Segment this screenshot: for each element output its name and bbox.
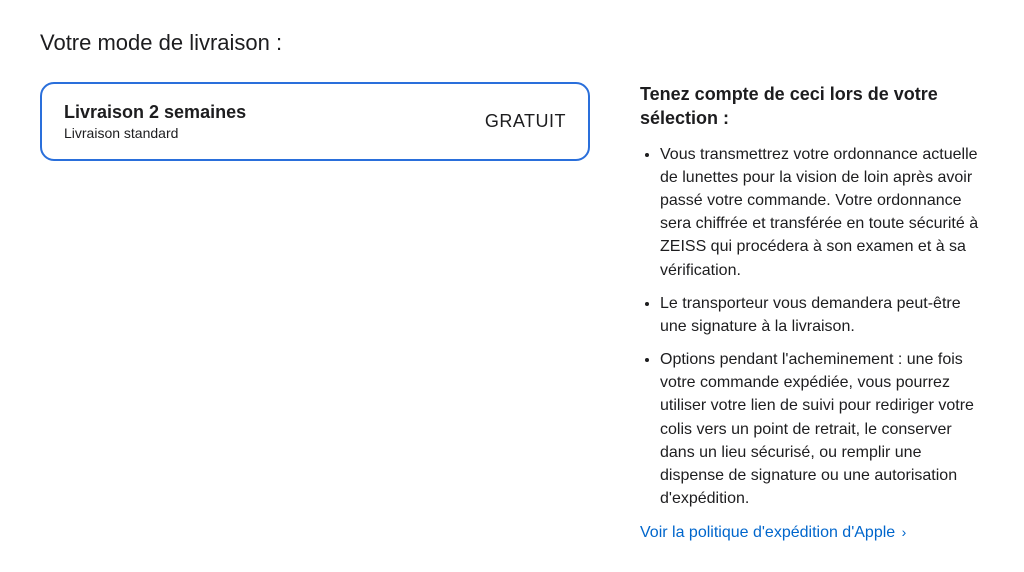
delivery-content-row: Livraison 2 semaines Livraison standard …	[40, 82, 984, 542]
list-item: Vous transmettrez votre ordonnance actue…	[660, 143, 984, 282]
shipping-option-info: Livraison 2 semaines Livraison standard	[64, 102, 246, 141]
list-item: Options pendant l'acheminement : une foi…	[660, 348, 984, 510]
list-item: Le transporteur vous demandera peut-être…	[660, 292, 984, 338]
shipping-option-subtitle: Livraison standard	[64, 125, 246, 141]
delivery-info-heading: Tenez compte de ceci lors de votre sélec…	[640, 82, 984, 131]
shipping-option-card[interactable]: Livraison 2 semaines Livraison standard …	[40, 82, 590, 161]
delivery-info-column: Tenez compte de ceci lors de votre sélec…	[640, 82, 984, 542]
delivery-mode-heading: Votre mode de livraison :	[40, 30, 984, 56]
shipping-policy-link-text: Voir la politique d'expédition d'Apple	[640, 524, 895, 541]
delivery-info-list: Vous transmettrez votre ordonnance actue…	[640, 143, 984, 511]
shipping-option-price: GRATUIT	[485, 111, 566, 132]
shipping-option-title: Livraison 2 semaines	[64, 102, 246, 123]
chevron-right-icon: ›	[902, 524, 907, 540]
shipping-policy-link[interactable]: Voir la politique d'expédition d'Apple ›	[640, 524, 906, 542]
